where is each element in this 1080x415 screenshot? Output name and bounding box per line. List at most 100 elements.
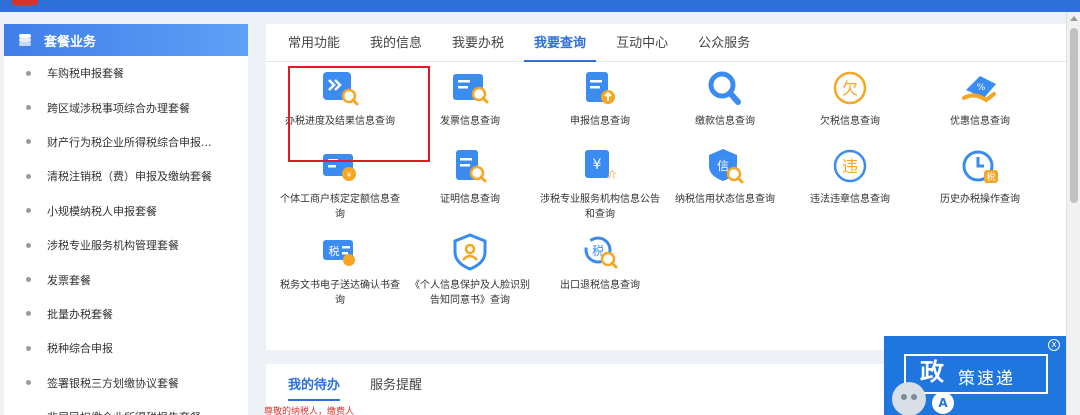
query-item[interactable]: 缴款信息查询 — [661, 68, 789, 129]
query-item[interactable]: 税出口退税信息查询 — [536, 232, 664, 293]
svg-text:¥: ¥ — [593, 157, 602, 173]
payment-query-icon — [708, 71, 741, 105]
privacy-shield-icon — [453, 233, 487, 271]
sidebar-item-label: 小规模纳税人申报套餐 — [47, 204, 157, 218]
declaration-query-icon — [586, 72, 615, 104]
tab-0[interactable]: 常用功能 — [278, 32, 350, 61]
sidebar-item-label: 车购税申报套餐 — [47, 67, 124, 81]
query-item-label: 申报信息查询 — [570, 116, 630, 127]
query-item[interactable]: % 优惠信息查询 — [916, 68, 1044, 129]
todo-tab-0[interactable]: 我的待办 — [288, 374, 341, 401]
certificate-query-icon — [456, 150, 487, 183]
top-header-bar — [0, 0, 1080, 12]
query-item-label: 涉税专业服务机构信息公告和查询 — [540, 194, 660, 220]
query-item[interactable]: 欠欠税信息查询 — [786, 68, 914, 129]
bullet-icon — [26, 173, 31, 179]
invoice-query-icon — [453, 74, 489, 104]
sidebar-item[interactable]: 签署银税三方划缴协议套餐 — [4, 366, 248, 400]
query-item[interactable]: ¥ 介涉税专业服务机构信息公告和查询 — [536, 146, 664, 222]
robot-avatar-icon[interactable] — [892, 382, 926, 415]
query-item[interactable]: 税税务文书电子送达确认书查询 — [276, 232, 404, 308]
sidebar-item-label: 税种综合申报 — [47, 342, 113, 356]
tab-1[interactable]: 我的信息 — [360, 32, 432, 61]
sidebar: 套餐业务 车购税申报套餐跨区域涉税事项综合办理套餐财产行为税企业所得税综合申报.… — [4, 24, 248, 415]
query-item-label: 出口退税信息查询 — [560, 280, 640, 291]
tax-owed-icon: 欠 — [833, 71, 867, 105]
bullet-icon — [26, 277, 31, 283]
svg-text:介: 介 — [607, 170, 616, 181]
sidebar-item-label: 跨区域涉税事项综合办理套餐 — [47, 101, 190, 115]
svg-text:%: % — [977, 83, 986, 93]
query-item-label: 证明信息查询 — [440, 194, 500, 205]
query-item[interactable]: 《个人信息保护及人脸识别告知同意书》查询 — [406, 232, 534, 308]
bullet-icon — [26, 105, 31, 111]
svg-text:税: 税 — [329, 244, 340, 258]
bullet-icon — [26, 311, 31, 317]
stack-icon — [18, 33, 32, 47]
tab-4[interactable]: 互动中心 — [606, 32, 678, 61]
scrollbar-thumb[interactable] — [1070, 28, 1078, 203]
sidebar-item-label: 批量办税套餐 — [47, 307, 113, 321]
logo — [12, 0, 38, 5]
assistant-bubble[interactable]: A — [932, 392, 954, 414]
query-item-label: 欠税信息查询 — [820, 116, 880, 127]
bullet-icon — [26, 345, 31, 351]
query-item-label: 《个人信息保护及人脸识别告知同意书》查询 — [410, 280, 530, 306]
query-item[interactable]: 信纳税信用状态信息查询 — [661, 146, 789, 207]
scroll-up-icon[interactable] — [1070, 16, 1078, 21]
sidebar-item[interactable]: 涉税专业服务机构管理套餐 — [4, 228, 248, 262]
query-item-label: 优惠信息查询 — [950, 116, 1010, 127]
sidebar-item[interactable]: 税种综合申报 — [4, 331, 248, 365]
greeting-text: 尊敬的纳税人，缴费人 — [264, 407, 355, 415]
sidebar-item[interactable]: 跨区域涉税事项综合办理套餐 — [4, 90, 248, 124]
bullet-icon — [26, 208, 31, 214]
tab-3[interactable]: 我要查询 — [524, 32, 597, 62]
sidebar-header[interactable]: 套餐业务 — [4, 24, 248, 56]
sidebar-item-label: 签署银税三方划缴协议套餐 — [47, 376, 179, 390]
tax-document-icon: 税 — [323, 240, 355, 266]
svg-text:违: 违 — [842, 157, 858, 176]
query-item[interactable]: 申报信息查询 — [536, 68, 664, 129]
policy-title-sub: 策速递 — [958, 369, 1015, 389]
policy-express-widget[interactable]: x 政 策速递 A — [884, 336, 1066, 415]
svg-text:税: 税 — [986, 171, 995, 183]
main-tabs: 常用功能 我的信息 我要办税 我要查询 互动中心 公众服务 — [266, 24, 1066, 62]
sidebar-item-label: 非居民扣缴企业所得税报告套餐 — [47, 409, 201, 415]
sidebar-item[interactable]: 非居民扣缴企业所得税报告套餐 — [4, 400, 248, 415]
tab-5[interactable]: 公众服务 — [688, 32, 760, 61]
todo-tab-1[interactable]: 服务提醒 — [370, 374, 422, 401]
scrollbar[interactable] — [1066, 12, 1080, 415]
sidebar-item-label: 涉税专业服务机构管理套餐 — [47, 239, 179, 253]
bullet-icon — [26, 139, 31, 145]
close-icon[interactable]: x — [1048, 339, 1060, 351]
query-item-label: 纳税信用状态信息查询 — [675, 194, 775, 205]
policy-title-main: 政 — [920, 358, 944, 386]
sidebar-item[interactable]: 车购税申报套餐 — [4, 56, 248, 90]
bullet-icon — [26, 242, 31, 248]
sidebar-item[interactable]: 批量办税套餐 — [4, 297, 248, 331]
credit-status-icon: 信 — [709, 149, 744, 184]
history-icon: 税 — [962, 150, 998, 183]
sidebar-item[interactable]: 财产行为税企业所得税综合申报... — [4, 125, 248, 159]
query-item[interactable]: 税历史办税操作查询 — [916, 146, 1044, 207]
svg-text:信: 信 — [717, 159, 729, 173]
svg-text:¥: ¥ — [347, 171, 352, 179]
query-item-label: 个体工商户核定定额信息查询 — [280, 194, 400, 220]
export-refund-icon: 税 — [584, 236, 618, 269]
bullet-icon — [26, 70, 31, 76]
discount-icon: % — [962, 76, 996, 103]
query-item-label: 历史办税操作查询 — [940, 194, 1020, 205]
query-item-label: 税务文书电子送达确认书查询 — [280, 280, 400, 306]
sidebar-list: 车购税申报套餐跨区域涉税事项综合办理套餐财产行为税企业所得税综合申报... 清税注… — [4, 56, 248, 415]
sidebar-item-label: 财产行为税企业所得税综合申报... — [47, 135, 212, 149]
service-agency-icon: ¥介 — [585, 150, 617, 181]
sidebar-item[interactable]: 清税注销税（费）申报及缴纳套餐 — [4, 159, 248, 193]
violation-icon: 违 — [833, 149, 867, 183]
bullet-icon — [26, 380, 31, 386]
sidebar-item[interactable]: 小规模纳税人申报套餐 — [4, 194, 248, 228]
tab-2[interactable]: 我要办税 — [442, 32, 514, 61]
sidebar-item[interactable]: 发票套餐 — [4, 262, 248, 296]
svg-text:欠: 欠 — [842, 79, 858, 98]
query-item-label: 违法违章信息查询 — [810, 194, 890, 205]
query-item[interactable]: 违违法违章信息查询 — [786, 146, 914, 207]
